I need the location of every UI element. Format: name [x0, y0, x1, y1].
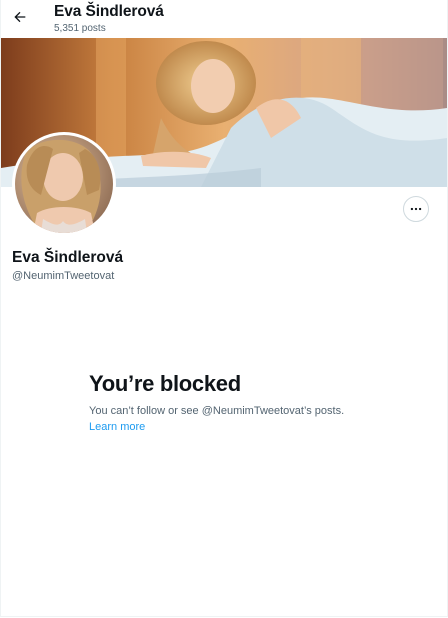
back-button[interactable]: [7, 4, 33, 30]
more-options-button[interactable]: [403, 196, 429, 222]
profile-handle: @NeumimTweetovat: [12, 270, 115, 282]
avatar[interactable]: [12, 132, 116, 236]
blocked-description: You can’t follow or see @NeumimTweetovat…: [89, 405, 345, 417]
profile-display-name: Eva Šindlerová: [12, 249, 124, 266]
avatar-photo: [15, 135, 113, 233]
header-title: Eva Šindlerová: [54, 3, 164, 20]
ellipsis-icon: [410, 207, 422, 211]
arrow-left-icon: [14, 11, 26, 23]
blocked-title: You’re blocked: [89, 371, 241, 396]
profile-page: Eva Šindlerová 5,351 posts Eva Šindlerov…: [0, 0, 448, 617]
learn-more-link[interactable]: Learn more: [89, 421, 145, 433]
post-count: 5,351 posts: [54, 23, 106, 34]
top-bar: Eva Šindlerová 5,351 posts: [1, 0, 447, 38]
